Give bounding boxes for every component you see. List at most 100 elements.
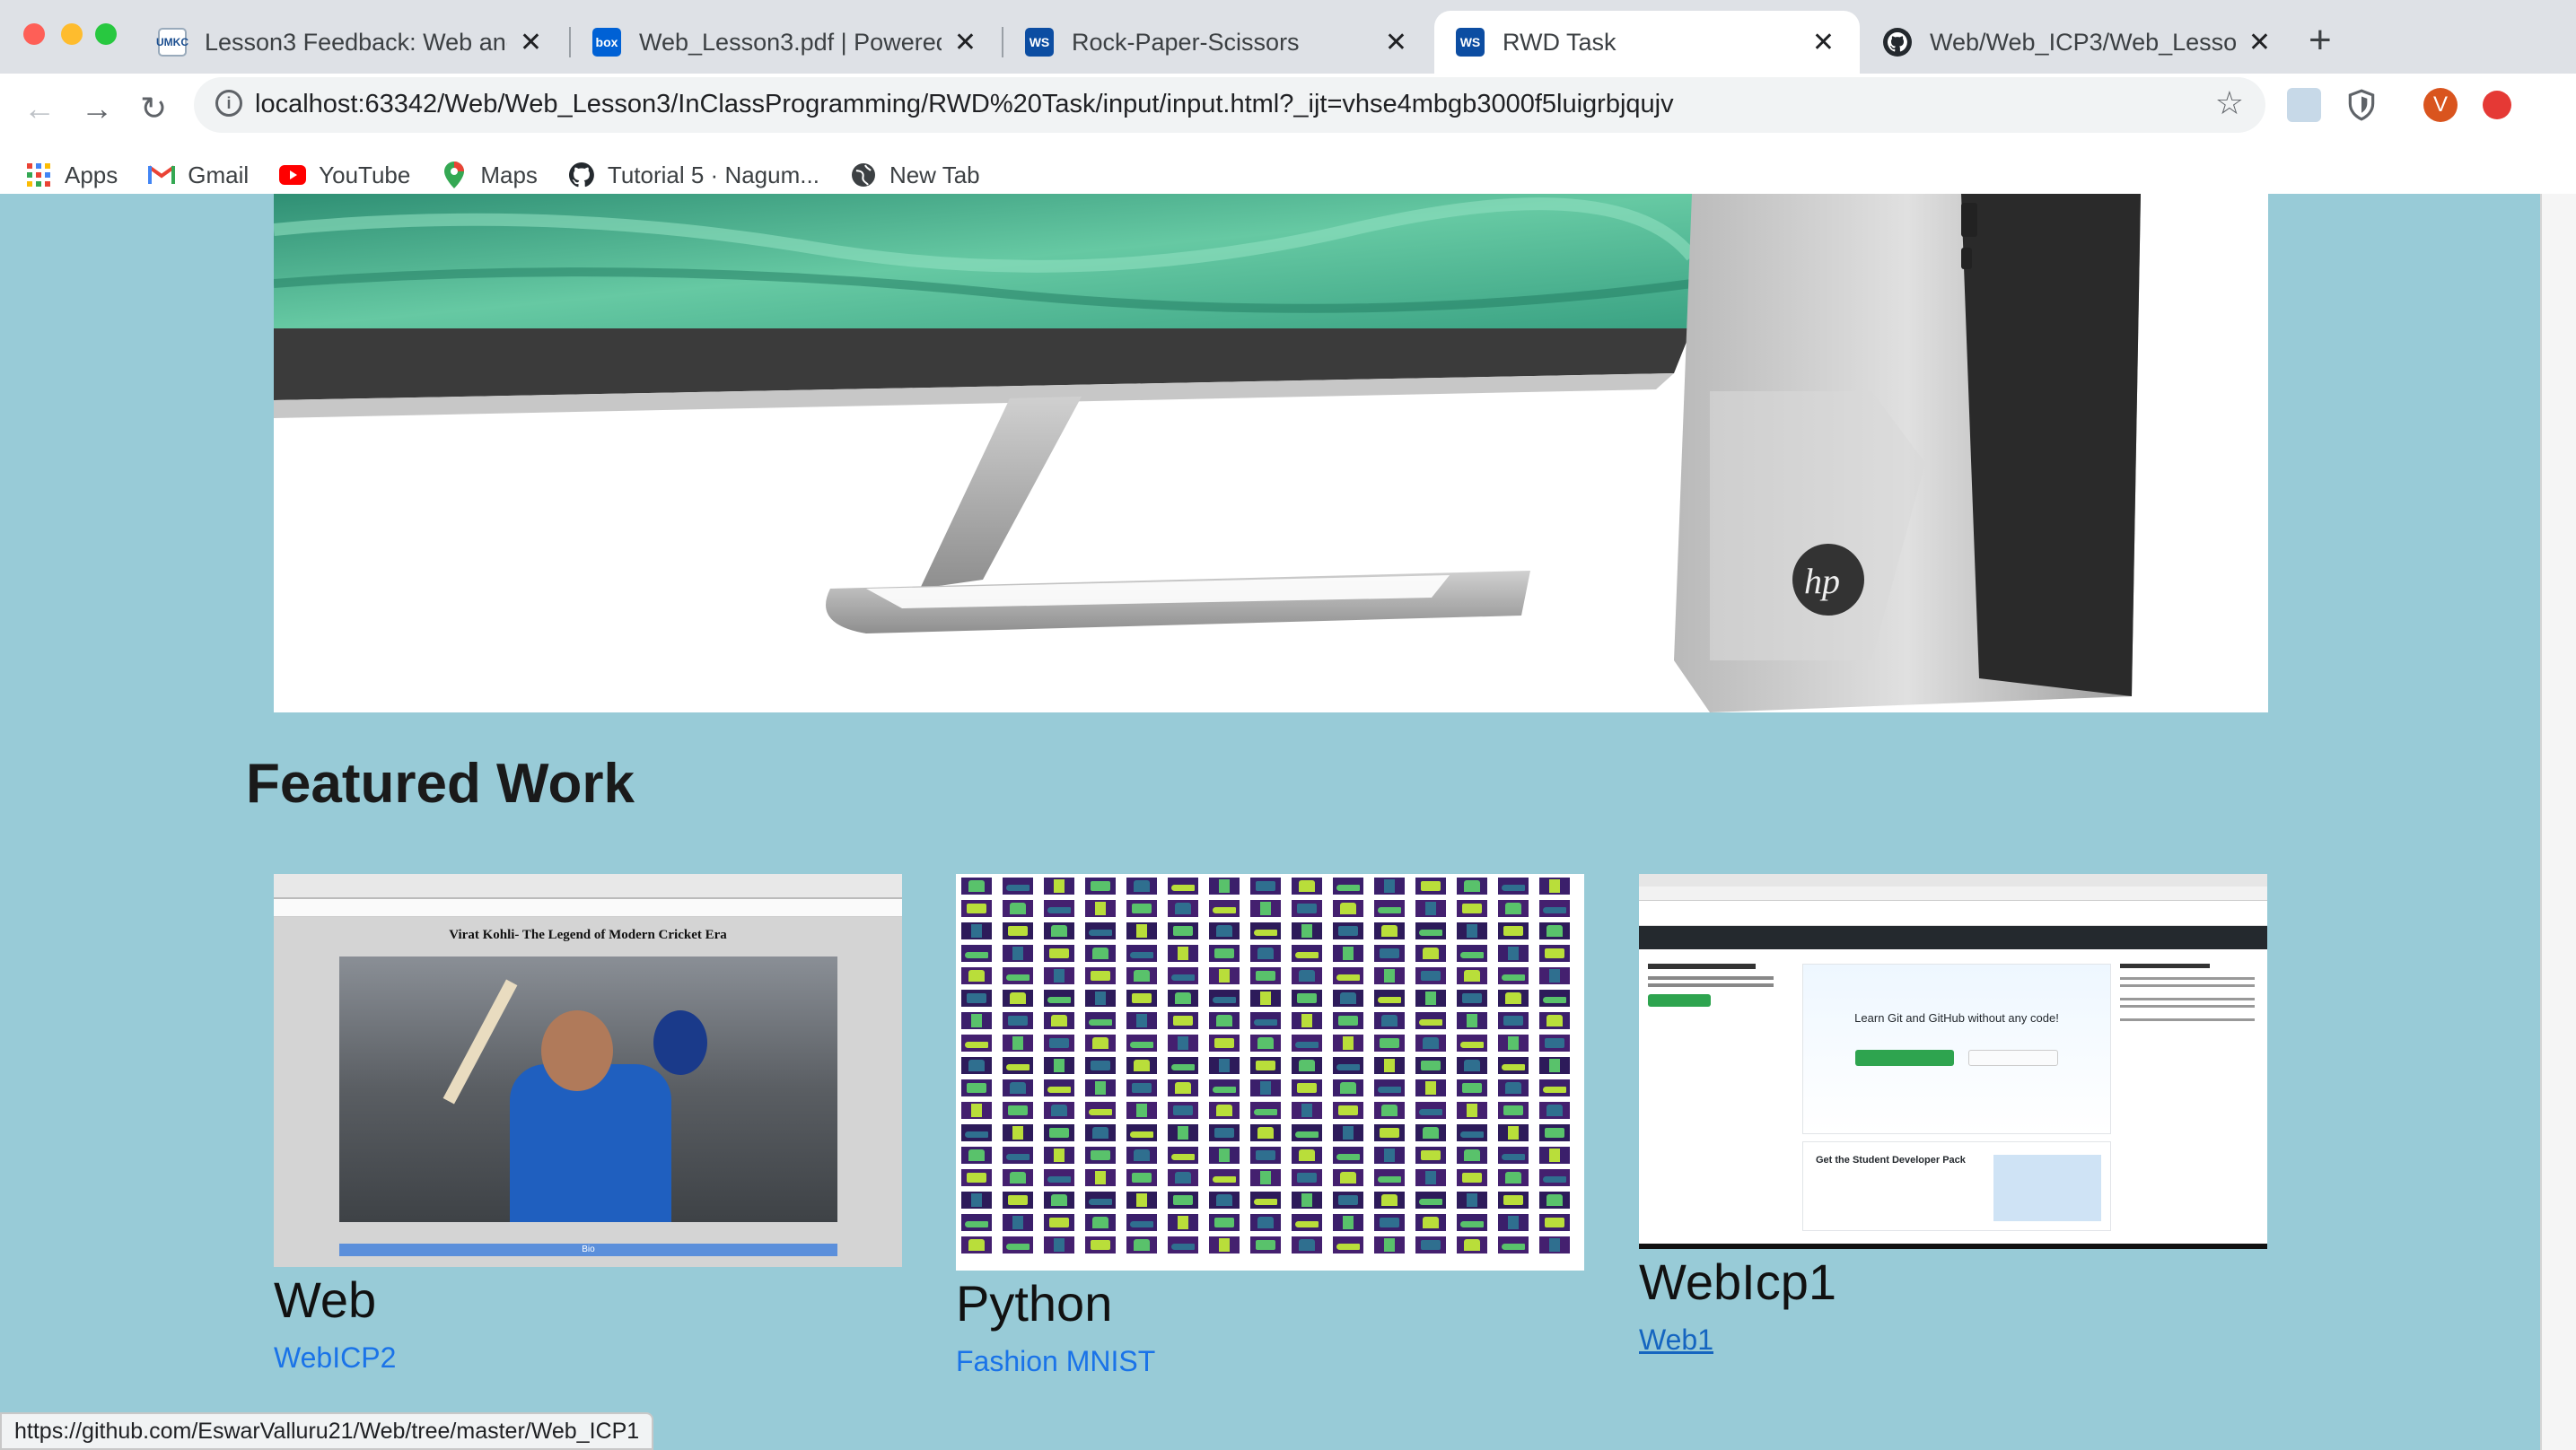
tab-web-lesson3-pdf[interactable]: box Web_Lesson3.pdf | Powered by Box ✕ — [571, 11, 1002, 74]
close-tab-icon[interactable]: ✕ — [2248, 27, 2271, 58]
card-link-fashion-mnist[interactable]: Fashion MNIST — [956, 1345, 1155, 1378]
mnist-tile — [1457, 1236, 1487, 1253]
mnist-tile — [1085, 1102, 1116, 1119]
mnist-item-shape — [1051, 1105, 1067, 1116]
mnist-item-shape — [1464, 970, 1480, 982]
address-bar[interactable]: i localhost:63342/Web/Web_Lesson3/InClas… — [194, 77, 2265, 133]
mnist-tile — [1250, 1192, 1281, 1209]
mnist-item-shape — [1008, 1016, 1028, 1026]
mnist-item-shape — [1171, 1064, 1195, 1070]
mnist-tile — [1374, 1147, 1405, 1164]
mnist-tile — [1498, 1169, 1529, 1186]
mnist-tile — [1539, 967, 1570, 984]
bookmark-gmail[interactable]: Gmail — [148, 162, 249, 189]
mnist-tile — [1333, 1057, 1363, 1074]
card-link-web1[interactable]: Web1 — [1639, 1323, 1713, 1357]
mnist-item-shape — [1295, 952, 1319, 958]
mnist-tile — [1126, 967, 1157, 984]
fashion-mnist-grid-thumbnail — [956, 874, 1584, 1271]
tab-lesson3-feedback[interactable]: UMKC Lesson3 Feedback: Web and Mobile ✕ — [136, 11, 567, 74]
mnist-tile — [1250, 1012, 1281, 1029]
mnist-tile — [1044, 922, 1074, 939]
mnist-tile — [1415, 945, 1446, 962]
mnist-item-shape — [1175, 992, 1191, 1004]
mnist-tile — [1457, 1057, 1487, 1074]
url-text[interactable]: localhost:63342/Web/Web_Lesson3/InClassP… — [255, 90, 1674, 119]
mnist-tile — [1044, 1214, 1074, 1231]
bookmark-tutorial5[interactable]: Tutorial 5 · Nagum... — [568, 162, 819, 189]
mnist-item-shape — [1343, 1216, 1354, 1229]
extension-photo-icon[interactable] — [2287, 88, 2321, 122]
reload-icon[interactable]: ↻ — [140, 90, 167, 127]
update-icon[interactable] — [2483, 91, 2511, 119]
cricketer-photo — [339, 956, 837, 1222]
close-tab-icon[interactable]: ✕ — [1385, 27, 1407, 58]
forward-arrow-icon[interactable]: → — [81, 90, 113, 127]
mnist-tile — [1374, 1124, 1405, 1141]
close-tab-icon[interactable]: ✕ — [954, 27, 977, 58]
mnist-tile — [1209, 1236, 1240, 1253]
mnist-tile — [1498, 1147, 1529, 1164]
mnist-tile — [1539, 1035, 1570, 1052]
card-link-webicp2[interactable]: WebICP2 — [274, 1341, 396, 1375]
new-tab-button[interactable]: + — [2309, 18, 2332, 63]
mnist-item-shape — [1419, 1019, 1442, 1026]
minimize-window-button[interactable] — [61, 23, 83, 45]
mnist-tile — [1415, 1079, 1446, 1096]
mnist-tile — [1457, 1102, 1487, 1119]
tab-rwd-task[interactable]: WS RWD Task ✕ — [1434, 11, 1860, 74]
maximize-window-button[interactable] — [95, 23, 117, 45]
mnist-tile — [1539, 1236, 1570, 1253]
mnist-tile — [961, 1214, 992, 1231]
mnist-item-shape — [1134, 1060, 1150, 1071]
info-icon[interactable]: i — [215, 90, 242, 117]
mnist-tile — [1126, 1079, 1157, 1096]
tab-rock-paper-scissors[interactable]: WS Rock-Paper-Scissors ✕ — [1003, 11, 1433, 74]
bookmark-label: Maps — [480, 161, 538, 188]
mnist-item-shape — [1295, 1221, 1319, 1227]
mnist-tile — [961, 878, 992, 895]
bookmark-maps[interactable]: Maps — [441, 162, 538, 189]
mnist-item-shape — [1257, 948, 1274, 959]
mnist-item-shape — [1378, 907, 1401, 913]
mnist-item-shape — [1010, 992, 1026, 1004]
mnist-item-shape — [1173, 926, 1193, 936]
bookmark-new-tab[interactable]: New Tab — [850, 162, 980, 189]
mnist-item-shape — [1012, 947, 1023, 960]
maps-pin-icon — [441, 162, 468, 188]
mnist-tile — [1126, 1169, 1157, 1186]
close-window-button[interactable] — [23, 23, 45, 45]
mnist-item-shape — [1508, 1126, 1519, 1140]
mnist-item-shape — [1216, 925, 1232, 937]
mnist-tile — [1168, 922, 1198, 939]
mnist-item-shape — [1134, 1149, 1150, 1161]
mnist-item-shape — [1130, 1042, 1153, 1048]
mnist-item-shape — [1502, 885, 1525, 891]
mnist-tile — [1333, 1147, 1363, 1164]
bookmark-star-icon[interactable]: ☆ — [2215, 84, 2244, 122]
mnist-item-shape — [1340, 1172, 1356, 1184]
mnist-item-shape — [1546, 1105, 1563, 1116]
mnist-item-shape — [1130, 1131, 1153, 1138]
bookmark-apps[interactable]: Apps — [25, 162, 118, 189]
mnist-tile — [1539, 900, 1570, 917]
mnist-item-shape — [1054, 879, 1065, 893]
mnist-item-shape — [1381, 1194, 1398, 1206]
mnist-item-shape — [1214, 948, 1234, 958]
bookmark-youtube[interactable]: YouTube — [279, 162, 410, 189]
tab-github-web-lesson3[interactable]: Web/Web_ICP3/Web_Lesson3 ✕ — [1862, 11, 2296, 74]
mnist-item-shape — [1462, 1173, 1482, 1183]
close-tab-icon[interactable]: ✕ — [520, 27, 542, 58]
profile-avatar[interactable]: V — [2423, 88, 2458, 122]
close-tab-icon[interactable]: ✕ — [1812, 27, 1835, 58]
back-arrow-icon[interactable]: ← — [23, 90, 56, 127]
page-scrollbar[interactable] — [2540, 194, 2576, 1450]
mnist-item-shape — [1460, 952, 1484, 958]
mnist-tile — [1044, 945, 1074, 962]
mnist-tile — [1292, 990, 1322, 1007]
mnist-item-shape — [1095, 1081, 1106, 1095]
shield-icon[interactable] — [2344, 88, 2379, 122]
mnist-tile — [1498, 1012, 1529, 1029]
thumbnail-heading: Virat Kohli- The Legend of Modern Cricke… — [449, 928, 727, 942]
mnist-item-shape — [965, 952, 988, 958]
